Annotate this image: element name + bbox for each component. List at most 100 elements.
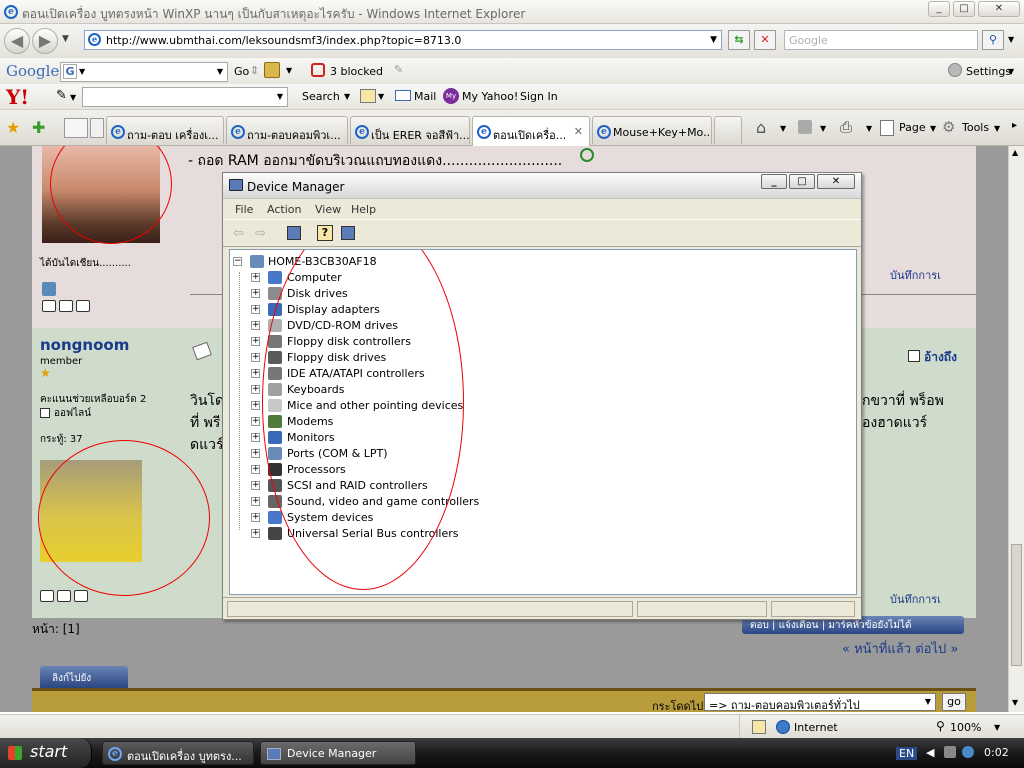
expand-icon[interactable]: + <box>251 289 260 298</box>
tray-expand-icon[interactable]: ◀ <box>926 746 934 759</box>
go-button[interactable]: go <box>942 693 966 711</box>
print-icon[interactable]: ⎙ <box>840 118 852 136</box>
email-icon[interactable] <box>57 590 71 602</box>
calendar-icon[interactable] <box>360 89 376 103</box>
scroll-up-icon[interactable]: ▲ <box>1012 148 1018 157</box>
pencil-dropdown-icon[interactable]: ▼ <box>70 93 76 102</box>
pencil-icon[interactable]: ✎ <box>56 88 67 103</box>
feeds-icon[interactable] <box>798 120 812 134</box>
yahoo-search-input[interactable]: ▼ <box>82 87 288 107</box>
menu-help[interactable]: Help <box>351 203 376 216</box>
scroll-thumb[interactable] <box>1011 544 1022 666</box>
home-dropdown-icon[interactable]: ▼ <box>780 124 786 133</box>
tab-5[interactable]: e Mouse+Key+Mo... <box>592 116 712 144</box>
tab-close-icon[interactable]: ✕ <box>574 125 583 138</box>
print-dropdown-icon[interactable]: ▼ <box>866 124 872 133</box>
expand-icon[interactable]: + <box>251 529 260 538</box>
tools-dropdown-icon[interactable]: ▼ <box>994 124 1000 133</box>
search-icon[interactable]: ⚲ <box>982 30 1004 50</box>
tab-2[interactable]: e ถาม-ตอบคอมพิวเ... <box>226 116 348 144</box>
properties-icon[interactable] <box>341 226 355 240</box>
expand-icon[interactable]: + <box>251 369 260 378</box>
expand-icon[interactable]: + <box>251 433 260 442</box>
forward-button[interactable]: ▶ <box>32 28 58 54</box>
sign-in-link[interactable]: Sign In <box>520 90 558 103</box>
highlighter-icon[interactable]: ✎ <box>394 63 403 76</box>
taskbar-item-device-manager[interactable]: Device Manager <box>260 741 416 765</box>
home-icon[interactable]: ⌂ <box>756 118 766 137</box>
message-icon[interactable] <box>74 590 88 602</box>
settings-button[interactable]: Settings <box>966 65 1011 78</box>
tab-1[interactable]: e ถาม-ตอบ เครื่องเ... <box>106 116 224 144</box>
start-button[interactable]: start <box>0 738 92 768</box>
stop-icon[interactable]: ✕ <box>754 30 776 50</box>
google-history-dropdown-icon[interactable]: ▼ <box>217 67 223 76</box>
back-button[interactable]: ◀ <box>4 28 30 54</box>
quick-tabs-icon[interactable] <box>64 118 88 138</box>
page-menu[interactable]: Page <box>899 121 926 134</box>
scroll-down-icon[interactable]: ▼ <box>1012 698 1018 707</box>
tab-3[interactable]: e เป็น ERER จอสีฟ้า... <box>350 116 470 144</box>
expand-icon[interactable]: + <box>251 449 260 458</box>
chevron-right-icon[interactable]: ▸ <box>1012 120 1017 131</box>
email-icon[interactable] <box>59 300 73 312</box>
search-options-icon[interactable]: ▼ <box>1008 35 1014 44</box>
quote-link[interactable]: อ้างถึง <box>924 348 957 367</box>
expand-icon[interactable]: + <box>251 481 260 490</box>
yahoo-search-dropdown-icon[interactable]: ▼ <box>277 92 283 101</box>
taskbar-item-ie[interactable]: e ตอนเปิดเครื่อง บูทตรง... <box>102 741 254 765</box>
language-indicator[interactable]: EN <box>896 747 918 760</box>
tab-list-icon[interactable] <box>90 118 104 138</box>
google-options-icon[interactable] <box>264 62 280 78</box>
jump-tab[interactable]: ลิงก์ไปยัง <box>40 666 128 688</box>
profile-icon[interactable] <box>42 300 56 312</box>
dm-maximize-button[interactable]: □ <box>789 174 815 189</box>
jump-dropdown-icon[interactable]: ▼ <box>925 697 931 706</box>
zoom-level[interactable]: 100% <box>950 721 981 734</box>
expand-icon[interactable]: + <box>251 273 260 282</box>
dm-close-button[interactable]: ✕ <box>817 174 855 189</box>
address-dropdown-icon[interactable]: ▼ <box>710 35 717 45</box>
history-dropdown-icon[interactable]: ▼ <box>62 34 69 44</box>
feeds-dropdown-icon[interactable]: ▼ <box>820 124 826 133</box>
expand-icon[interactable]: + <box>251 337 260 346</box>
profile-icon[interactable] <box>40 590 54 602</box>
expand-icon[interactable]: + <box>251 497 260 506</box>
collapse-icon[interactable]: − <box>233 257 242 266</box>
back-arrow-icon[interactable]: ⇦ <box>233 226 244 241</box>
close-button[interactable]: ✕ <box>978 1 1020 17</box>
mail-link[interactable]: Mail <box>414 90 436 103</box>
settings-dropdown-icon[interactable]: ▼ <box>1008 67 1014 76</box>
vertical-scrollbar[interactable]: ▲ ▼ <box>1008 146 1024 712</box>
message-icon[interactable] <box>76 300 90 312</box>
up-down-icon[interactable]: ⇕ <box>250 64 259 77</box>
expand-icon[interactable]: + <box>251 513 260 522</box>
menu-action[interactable]: Action <box>267 203 301 216</box>
save-link[interactable]: บันทึกการเ <box>890 590 941 608</box>
expand-icon[interactable]: + <box>251 321 260 330</box>
my-yahoo-link[interactable]: My Yahoo! <box>462 90 518 103</box>
google-search-input[interactable]: G ▼ ▼ <box>60 62 228 82</box>
search-input[interactable]: Google <box>784 30 978 50</box>
tray-network-icon[interactable] <box>944 746 956 758</box>
tab-4-active[interactable]: e ตอนเปิดเครื่อ... ✕ <box>472 116 590 146</box>
zoom-dropdown-icon[interactable]: ▼ <box>994 723 1000 732</box>
page-dropdown-icon[interactable]: ▼ <box>930 124 936 133</box>
forward-arrow-icon[interactable]: ⇨ <box>255 226 266 241</box>
favorites-star-icon[interactable]: ★ <box>6 118 20 137</box>
google-go-button[interactable]: Go <box>234 65 249 78</box>
address-field[interactable]: e http://www.ubmthai.com/leksoundsmf3/in… <box>84 30 722 50</box>
tools-menu[interactable]: Tools <box>962 121 989 134</box>
jump-select[interactable]: => ถาม-ตอบคอมพิวเตอร์ทั่วไป ▼ <box>704 693 936 712</box>
dm-minimize-button[interactable]: _ <box>761 174 787 189</box>
expand-icon[interactable]: + <box>251 385 260 394</box>
minimize-button[interactable]: _ <box>928 1 950 17</box>
expand-icon[interactable]: + <box>251 353 260 362</box>
help-icon[interactable]: ? <box>317 225 333 241</box>
google-options-dropdown-icon[interactable]: ▼ <box>286 66 292 75</box>
member-name[interactable]: nongnoom <box>40 336 129 354</box>
clock[interactable]: 0:02 <box>984 746 1009 759</box>
show-hide-tree-icon[interactable] <box>287 226 301 240</box>
yahoo-search-dropdown-icon[interactable]: ▼ <box>344 92 350 101</box>
refresh-icon[interactable]: ⇆ <box>728 30 750 50</box>
